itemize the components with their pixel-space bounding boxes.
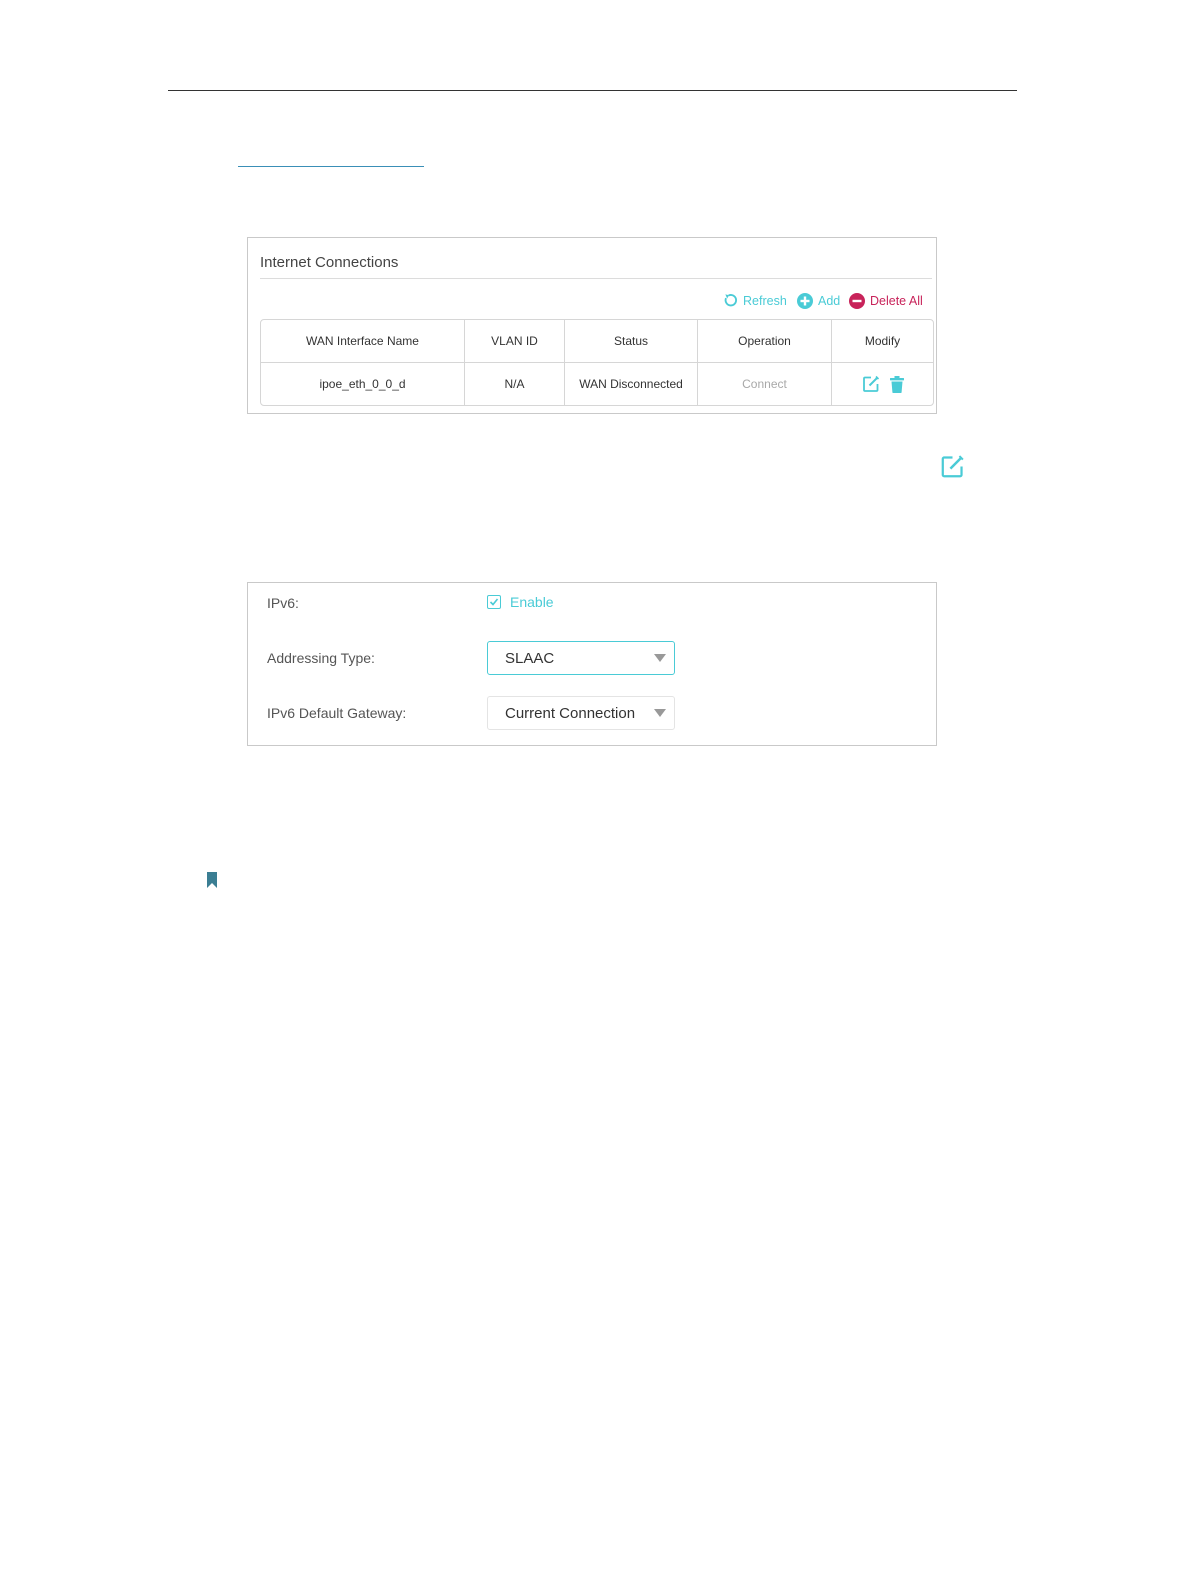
ipv6-enable-checkbox[interactable]: Enable (487, 594, 554, 610)
default-gateway-value: Current Connection (505, 704, 636, 722)
col-header-modify: Modify (832, 320, 933, 363)
default-gateway-select[interactable]: Current Connection (487, 696, 675, 730)
checkbox-box[interactable] (487, 595, 501, 609)
col-header-operation: Operation (698, 320, 832, 363)
title-divider (260, 278, 932, 279)
edit-row-button[interactable] (862, 375, 880, 393)
table-row: ipoe_eth_0_0_d N/A WAN Disconnected Conn… (261, 363, 933, 405)
refresh-icon (724, 294, 738, 307)
add-label: Add (818, 294, 841, 308)
chevron-down-icon (654, 709, 666, 717)
cell-status: WAN Disconnected (565, 363, 698, 405)
delete-all-label: Delete All (870, 294, 923, 308)
addressing-type-label: Addressing Type: (267, 650, 375, 666)
cell-wan-interface-name: ipoe_eth_0_0_d (261, 363, 465, 405)
internet-connections-panel: Internet Connections Refresh Add Delete … (247, 237, 937, 414)
panel-title: Internet Connections (260, 254, 399, 271)
edit-icon (862, 375, 879, 392)
bookmark-icon (207, 872, 217, 893)
chevron-down-icon (654, 654, 666, 662)
addressing-type-select[interactable]: SLAAC (487, 641, 675, 675)
add-icon (797, 293, 813, 309)
delete-all-button[interactable]: Delete All (849, 293, 923, 309)
add-button[interactable]: Add (797, 293, 840, 309)
header-rule (168, 90, 1017, 91)
trash-icon (889, 375, 904, 393)
table-header-row: WAN Interface Name VLAN ID Status Operat… (261, 320, 933, 363)
ipv6-label: IPv6: (267, 595, 299, 611)
checkbox-check-icon (489, 598, 499, 606)
cell-modify (832, 363, 933, 405)
edit-icon (940, 454, 965, 484)
connect-link[interactable]: Connect (698, 363, 832, 405)
col-header-status: Status (565, 320, 698, 363)
default-gateway-label: IPv6 Default Gateway: (267, 705, 407, 721)
cell-vlan-id: N/A (465, 363, 565, 405)
enable-label: Enable (510, 594, 554, 610)
refresh-button[interactable]: Refresh (723, 293, 787, 308)
link-underline (238, 166, 424, 167)
delete-all-icon (849, 293, 865, 309)
addressing-type-value: SLAAC (505, 649, 555, 667)
wan-connections-table: WAN Interface Name VLAN ID Status Operat… (260, 319, 934, 406)
col-header-vlan-id: VLAN ID (465, 320, 565, 363)
delete-row-button[interactable] (889, 375, 904, 393)
col-header-wan-interface-name: WAN Interface Name (261, 320, 465, 363)
ipv6-settings-panel: IPv6: Enable Addressing Type: SLAAC IPv6… (247, 582, 937, 746)
refresh-label: Refresh (743, 293, 787, 308)
